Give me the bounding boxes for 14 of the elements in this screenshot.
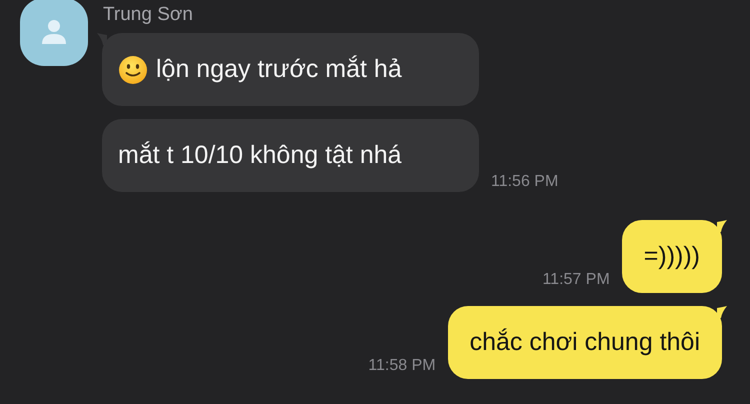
message-bubble[interactable]: mắt t 10/10 không tật nhá bbox=[102, 119, 479, 192]
contact-avatar[interactable] bbox=[20, 0, 88, 66]
contact-name: Trung Sơn bbox=[103, 3, 194, 27]
message-bubble[interactable]: lộn ngay trước mắt hả bbox=[102, 33, 479, 106]
message-bubble[interactable]: chắc chơi chung thôi bbox=[448, 306, 722, 379]
message-text: =))))) bbox=[644, 241, 700, 272]
message-bubble[interactable]: =))))) bbox=[622, 220, 722, 293]
message-text: chắc chơi chung thôi bbox=[470, 327, 700, 358]
message-text: lộn ngay trước mắt hả bbox=[156, 54, 402, 85]
message-text: mắt t 10/10 không tật nhá bbox=[118, 140, 402, 171]
message-time: 11:58 PM bbox=[368, 357, 436, 375]
message-time: 11:56 PM bbox=[491, 173, 558, 191]
message-time: 11:57 PM bbox=[542, 271, 610, 289]
person-icon bbox=[39, 17, 69, 47]
